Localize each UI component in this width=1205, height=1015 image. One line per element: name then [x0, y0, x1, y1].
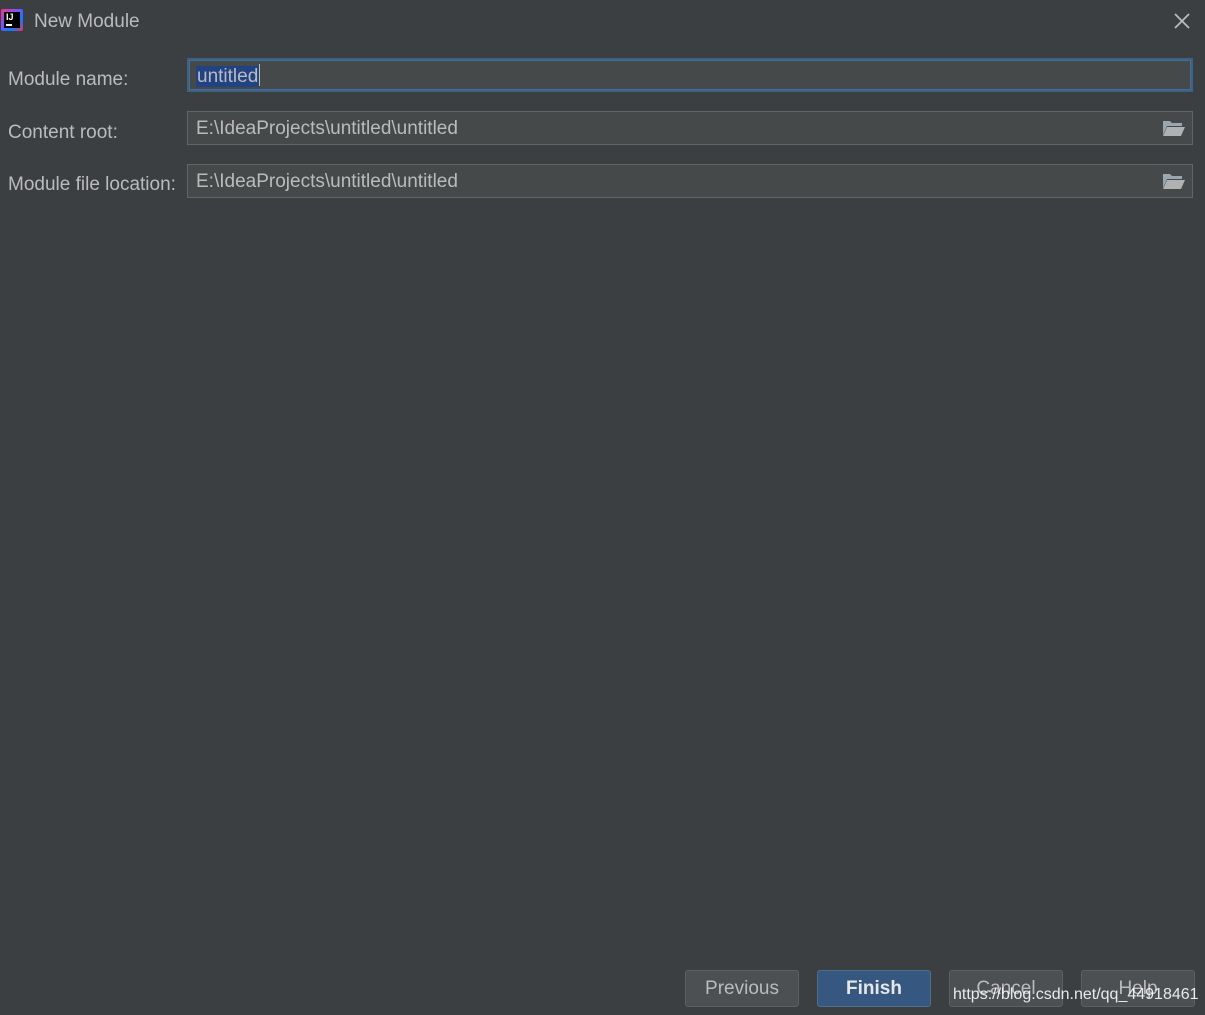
previous-button[interactable]: Previous	[685, 970, 799, 1007]
watermark-url: https://blog.csdn.net/qq_44918461	[953, 986, 1199, 1003]
module-file-location-value: E:\IdeaProjects\untitled\untitled	[196, 171, 458, 192]
content-root-value: E:\IdeaProjects\untitled\untitled	[196, 118, 458, 139]
close-icon	[1174, 13, 1190, 29]
module-file-location-label: Module file location:	[8, 174, 176, 195]
close-button[interactable]	[1170, 9, 1194, 33]
module-file-location-input[interactable]: E:\IdeaProjects\untitled\untitled	[187, 164, 1193, 198]
folder-icon	[1163, 174, 1185, 189]
content-root-browse-button[interactable]	[1162, 118, 1186, 138]
module-file-location-browse-button[interactable]	[1162, 171, 1186, 191]
dialog-title: New Module	[34, 11, 140, 32]
finish-button[interactable]: Finish	[817, 970, 931, 1007]
content-root-label: Content root:	[8, 122, 118, 143]
title-bar: IJ New Module	[0, 0, 1205, 44]
module-name-input[interactable]: untitled	[187, 58, 1193, 92]
text-caret	[259, 64, 261, 86]
new-module-dialog: IJ New Module Module name: untitled Cont…	[0, 0, 1205, 1015]
module-name-label: Module name:	[8, 69, 129, 90]
folder-icon	[1163, 121, 1185, 136]
selected-text: untitled	[196, 66, 260, 87]
module-name-value: untitled	[196, 64, 261, 89]
intellij-idea-icon: IJ	[1, 9, 23, 31]
content-root-input[interactable]: E:\IdeaProjects\untitled\untitled	[187, 111, 1193, 145]
